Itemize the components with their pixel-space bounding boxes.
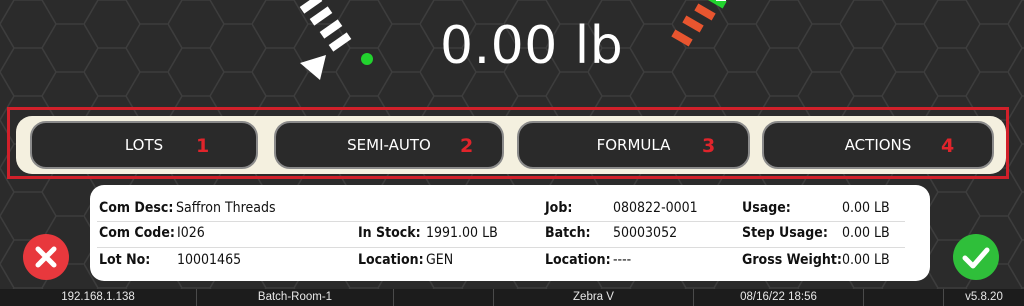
com-code-label: Com Code: <box>99 225 175 241</box>
gross-weight-value: 0.00 LB <box>842 252 890 268</box>
gross-weight-label: Gross Weight: <box>742 252 842 268</box>
in-stock-value: 1991.00 LB <box>426 225 498 241</box>
version: v5.8.20 <box>965 291 1003 303</box>
lots-button[interactable]: LOTS 1 <box>30 121 258 169</box>
in-stock-label: In Stock: <box>358 225 421 241</box>
formula-button-number: 3 <box>702 135 716 157</box>
lots-button-number: 1 <box>196 135 210 157</box>
location-value: GEN <box>426 252 454 268</box>
actions-button-label: ACTIONS <box>844 136 912 154</box>
confirm-button[interactable] <box>952 233 1000 281</box>
semi-auto-button-number: 2 <box>460 135 474 157</box>
location-label: Location: <box>358 252 424 268</box>
weight-readout: 0.00 lb <box>440 16 624 76</box>
cancel-button[interactable] <box>22 233 70 281</box>
ip-address: 192.168.1.138 <box>0 289 197 306</box>
batch-label: Batch: <box>545 225 591 241</box>
lot-no-label: Lot No: <box>99 252 151 268</box>
date-time: 08/16/22 18:56 <box>694 289 864 306</box>
printer-name: Zebra V <box>494 289 694 306</box>
com-desc-value: Saffron Threads <box>176 200 276 216</box>
step-usage-label: Step Usage: <box>742 225 828 241</box>
job-location-value: ---- <box>613 252 632 268</box>
actions-button[interactable]: ACTIONS 4 <box>762 121 994 169</box>
gauge-pointer <box>300 55 326 80</box>
gauge-ticks-right <box>671 0 727 47</box>
row-divider <box>97 221 905 222</box>
job-value: 080822-0001 <box>613 200 698 216</box>
semi-auto-button[interactable]: SEMI-AUTO 2 <box>274 121 504 169</box>
status-empty-segment-2 <box>864 289 944 306</box>
job-label: Job: <box>545 200 573 216</box>
semi-auto-button-label: SEMI-AUTO <box>347 136 431 154</box>
step-usage-value: 0.00 LB <box>842 225 890 241</box>
usage-label: Usage: <box>742 200 791 216</box>
job-location-label: Location: <box>545 252 611 268</box>
com-code-value: I026 <box>177 225 205 241</box>
lots-button-label: LOTS <box>124 136 164 154</box>
batch-value: 50003052 <box>613 225 678 241</box>
room-name: Batch-Room-1 <box>197 289 394 306</box>
gauge-indicator-dot <box>361 53 373 65</box>
formula-button-label: FORMULA <box>596 136 671 154</box>
usage-value: 0.00 LB <box>842 200 890 216</box>
gauge-ticks-left <box>299 0 352 52</box>
formula-button[interactable]: FORMULA 3 <box>517 121 750 169</box>
row-divider <box>97 247 905 248</box>
com-desc-label: Com Desc: <box>99 200 174 216</box>
lot-no-value: 10001465 <box>177 252 242 268</box>
status-empty-segment <box>394 289 494 306</box>
actions-button-number: 4 <box>941 135 955 157</box>
status-bar: 192.168.1.138 Batch-Room-1 Zebra V 08/16… <box>0 289 1024 306</box>
